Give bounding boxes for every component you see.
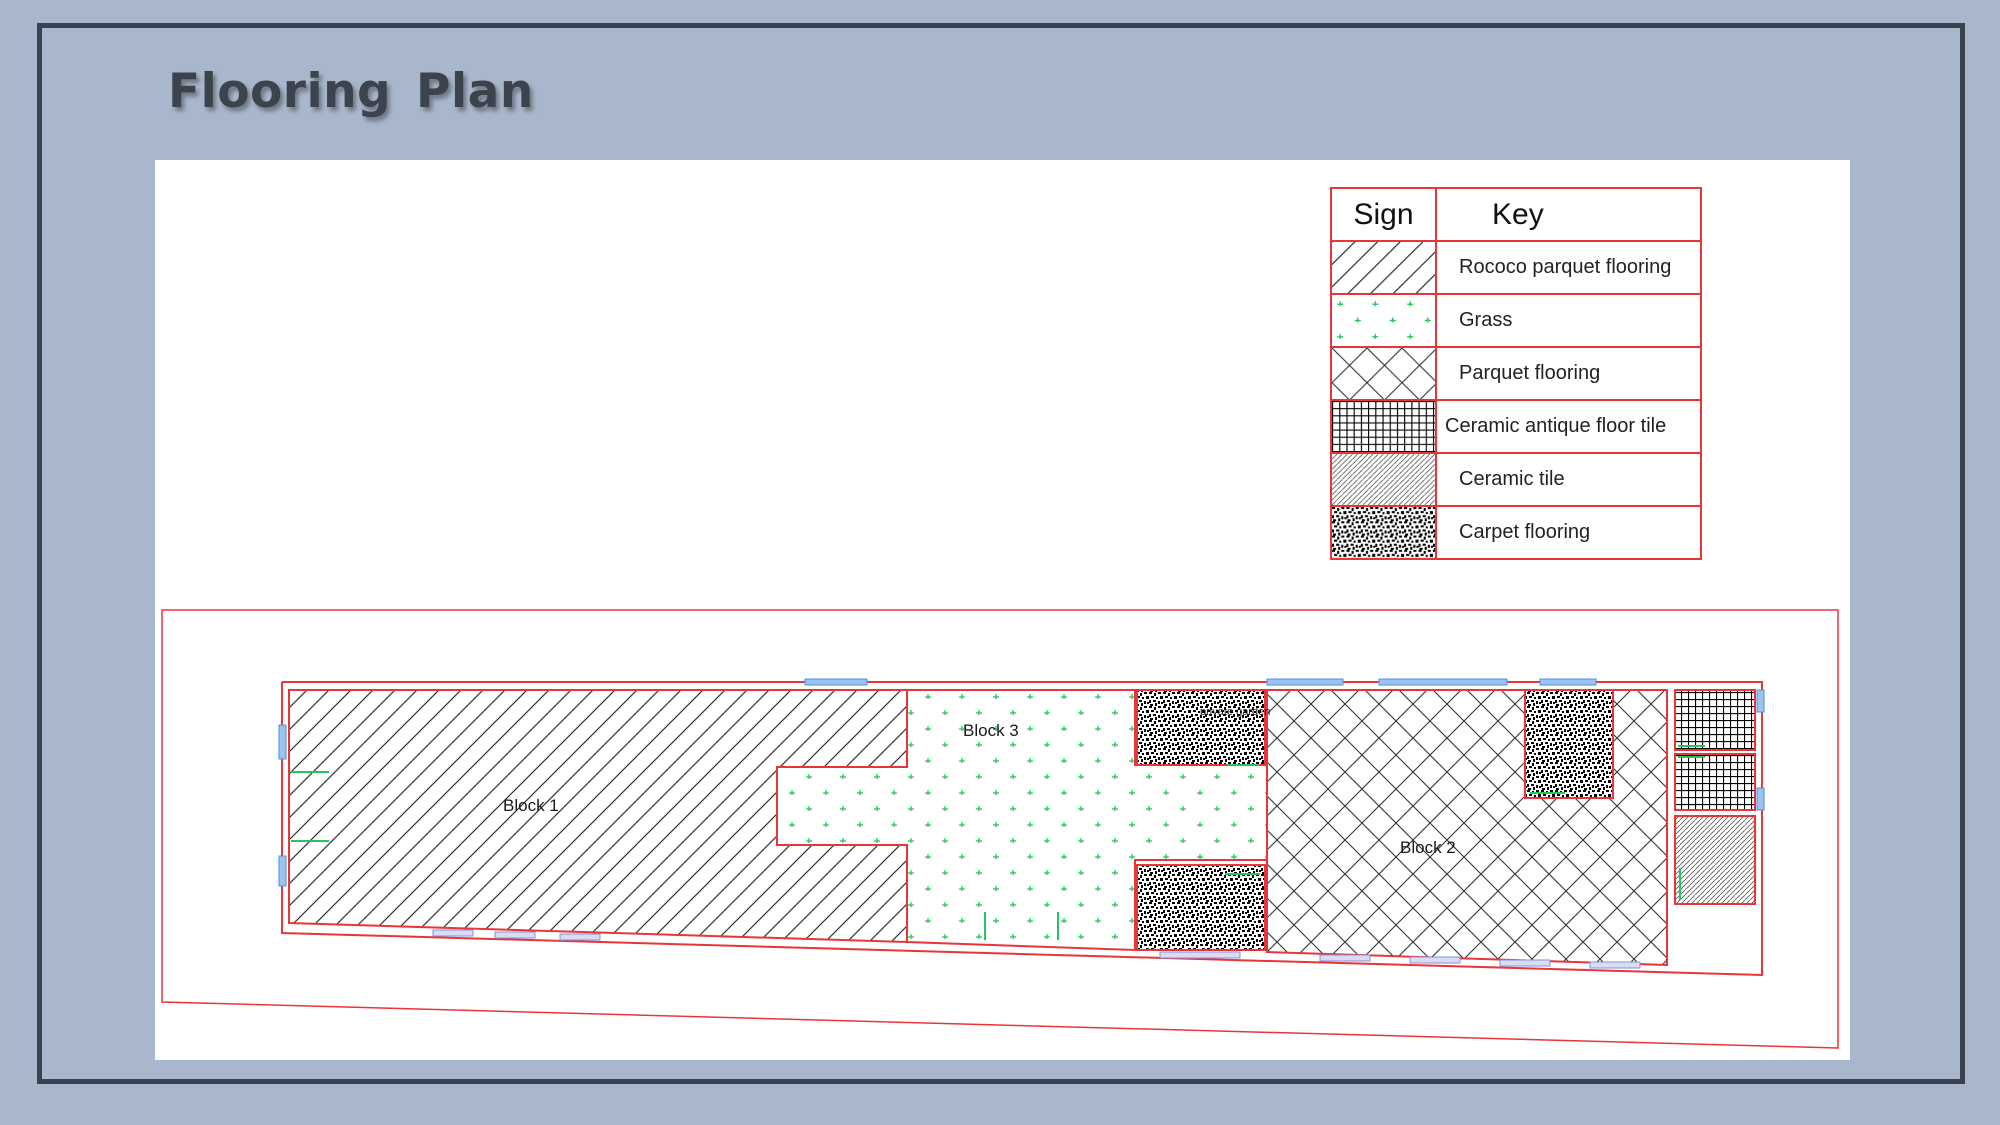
block-2-label: Block 2	[1400, 838, 1456, 857]
floor-plan-drawing: Block 1 Block 3 Block 2 private garden	[161, 609, 1839, 1049]
carpet-room-small	[1524, 689, 1614, 799]
block-3-label: Block 3	[963, 721, 1019, 740]
drawing-canvas: Sign Key Rococo parquet flooring Grass P…	[155, 160, 1850, 1060]
carpet-room-bottom	[1136, 864, 1266, 951]
ceramic-tile-room	[1674, 815, 1756, 905]
carpet-room-top	[1136, 689, 1266, 766]
page-title: Flooring Plan	[168, 64, 534, 119]
ceramic-antique-room-2	[1674, 753, 1756, 811]
ceramic-antique-room-1	[1674, 689, 1756, 751]
private-garden-label: private garden	[1200, 706, 1270, 718]
block-1-label: Block 1	[503, 796, 559, 815]
